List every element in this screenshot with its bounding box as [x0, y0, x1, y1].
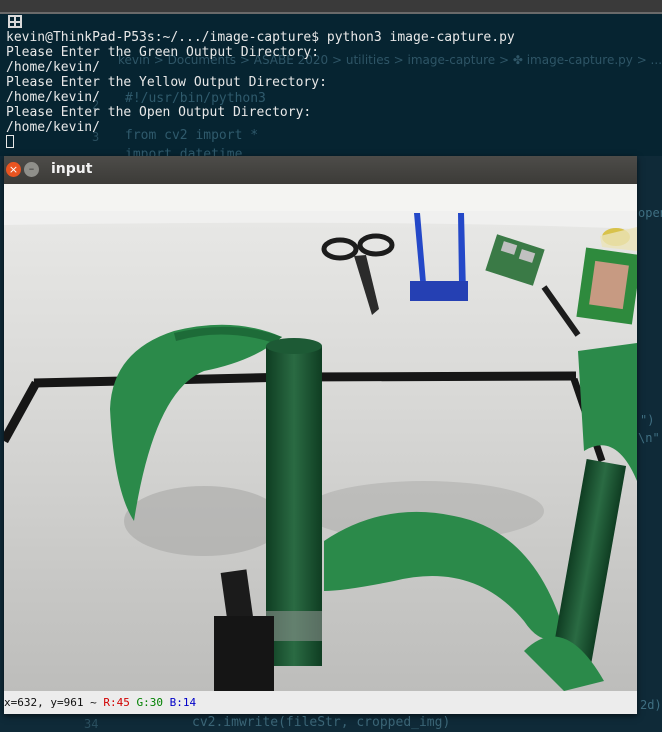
terminal-window[interactable]: kevin > Documents > ASABE 2020 > utiliti… [0, 14, 662, 162]
green-box [589, 260, 629, 310]
top-panel [0, 0, 662, 12]
leaf-shadow [124, 486, 284, 556]
terminal-output: kevin@ThinkPad-P53s:~/.../image-capture$… [6, 30, 515, 150]
input-window[interactable]: × – input x=632, y=961 ~ R:45 G:30 B:14 [4, 156, 637, 714]
terminal-line: /home/kevin/ [6, 60, 100, 75]
terminal-app-icon[interactable] [8, 15, 22, 28]
editor-fragment: \n" [638, 431, 660, 445]
editor-fragment: ") [640, 413, 655, 427]
blue-value: 14 [182, 696, 197, 709]
red-value: 45 [116, 696, 130, 709]
terminal-cursor [6, 135, 14, 148]
terminal-line: /home/kevin/ [6, 120, 100, 135]
editor-fragment: 2d) [640, 698, 662, 712]
cursor-coords: x=632, y=961 ~ [4, 696, 97, 709]
minimize-button[interactable]: – [24, 162, 39, 177]
tape-wrap [266, 611, 322, 641]
plant-stalk [266, 338, 322, 354]
terminal-line: Please Enter the Open Output Directory: [6, 105, 312, 120]
blue-label: B: [169, 696, 183, 709]
terminal-line: /home/kevin/ [6, 90, 100, 105]
green-label: G: [136, 696, 150, 709]
window-title: input [51, 161, 93, 177]
red-label: R: [103, 696, 117, 709]
terminal-line: Please Enter the Yellow Output Directory… [6, 75, 327, 90]
terminal-line: Please Enter the Green Output Directory: [6, 45, 320, 60]
editor-code-line: cv2.imwrite(fileStr, cropped_img) [192, 715, 451, 730]
editor-line-number: 34 [84, 717, 99, 731]
camera-image[interactable] [4, 211, 637, 691]
green-value: 30 [149, 696, 163, 709]
terminal-prompt: kevin@ThinkPad-P53s:~/.../image-capture$… [6, 30, 515, 45]
camera-scene [4, 211, 637, 691]
blue-stand [410, 281, 468, 301]
close-button[interactable]: × [6, 162, 21, 177]
editor-bottom-line: 34 cv2.imwrite(fileStr, cropped_img) [0, 714, 662, 732]
clamp [214, 616, 274, 691]
status-bar: x=632, y=961 ~ R:45 G:30 B:14 [4, 691, 637, 714]
window-toolbar [4, 184, 637, 211]
window-titlebar[interactable]: × – input [4, 156, 637, 184]
editor-fragment: open [638, 206, 662, 220]
